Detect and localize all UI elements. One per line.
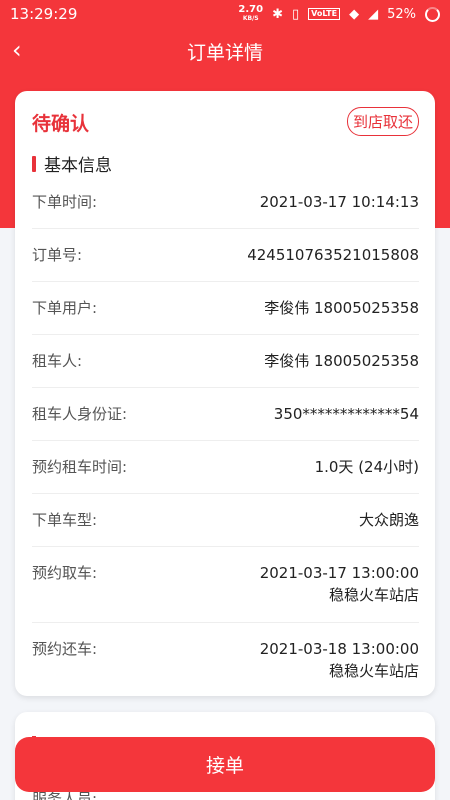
- battery-percent: 52%: [387, 6, 416, 22]
- status-bar: 13:29:29 2.70 KB/S ✱ ▯ VoLTE ◆ ◢ 52%: [0, 0, 450, 28]
- info-row-car-model: 下单车型: 大众朗逸: [32, 494, 419, 547]
- order-status: 待确认: [32, 113, 90, 135]
- nav-bar: ‹ 订单详情: [0, 28, 450, 74]
- status-icons: 2.70 KB/S ✱ ▯ VoLTE ◆ ◢ 52%: [238, 5, 440, 23]
- section-title: 基本信息: [44, 156, 112, 176]
- info-row-return: 预约还车: 2021-03-18 13:00:00 稳稳火车站店: [32, 640, 419, 680]
- vibrate-icon: ▯: [291, 6, 300, 22]
- section-marker: [32, 155, 36, 172]
- wifi-icon: ◆: [349, 6, 360, 22]
- back-icon[interactable]: ‹: [12, 36, 22, 64]
- section-basic-info: 基本信息: [32, 151, 112, 176]
- battery-icon: [425, 6, 440, 22]
- order-info-card: 待确认 到店取还 基本信息 下单时间: 2021-03-17 10:14:13 …: [15, 91, 435, 696]
- info-row-pickup: 预约取车: 2021-03-17 13:00:00 稳稳火车站店: [32, 547, 419, 623]
- status-time: 13:29:29: [10, 5, 78, 23]
- info-rows: 下单时间: 2021-03-17 10:14:13 订单号: 424510763…: [32, 176, 419, 699]
- accept-order-button[interactable]: 接单: [15, 737, 435, 792]
- info-row-order-number: 订单号: 424510763521015808: [32, 229, 419, 282]
- signal-icon: ◢: [368, 6, 379, 22]
- info-row-renter-id: 租车人身份证: 350*************54: [32, 388, 419, 441]
- pickup-mode-tag: 到店取还: [346, 107, 419, 136]
- volte-badge: VoLTE: [308, 8, 341, 20]
- bluetooth-icon: ✱: [272, 6, 283, 22]
- network-speed: 2.70 KB/S: [238, 4, 264, 23]
- info-row-rental-duration: 预约租车时间: 1.0天 (24小时): [32, 441, 419, 494]
- info-row-order-user: 下单用户: 李俊伟 18005025358: [32, 282, 419, 335]
- page-title: 订单详情: [186, 41, 263, 64]
- info-row-order-time: 下单时间: 2021-03-17 10:14:13: [32, 176, 419, 229]
- info-row-renter: 租车人: 李俊伟 18005025358: [32, 335, 419, 388]
